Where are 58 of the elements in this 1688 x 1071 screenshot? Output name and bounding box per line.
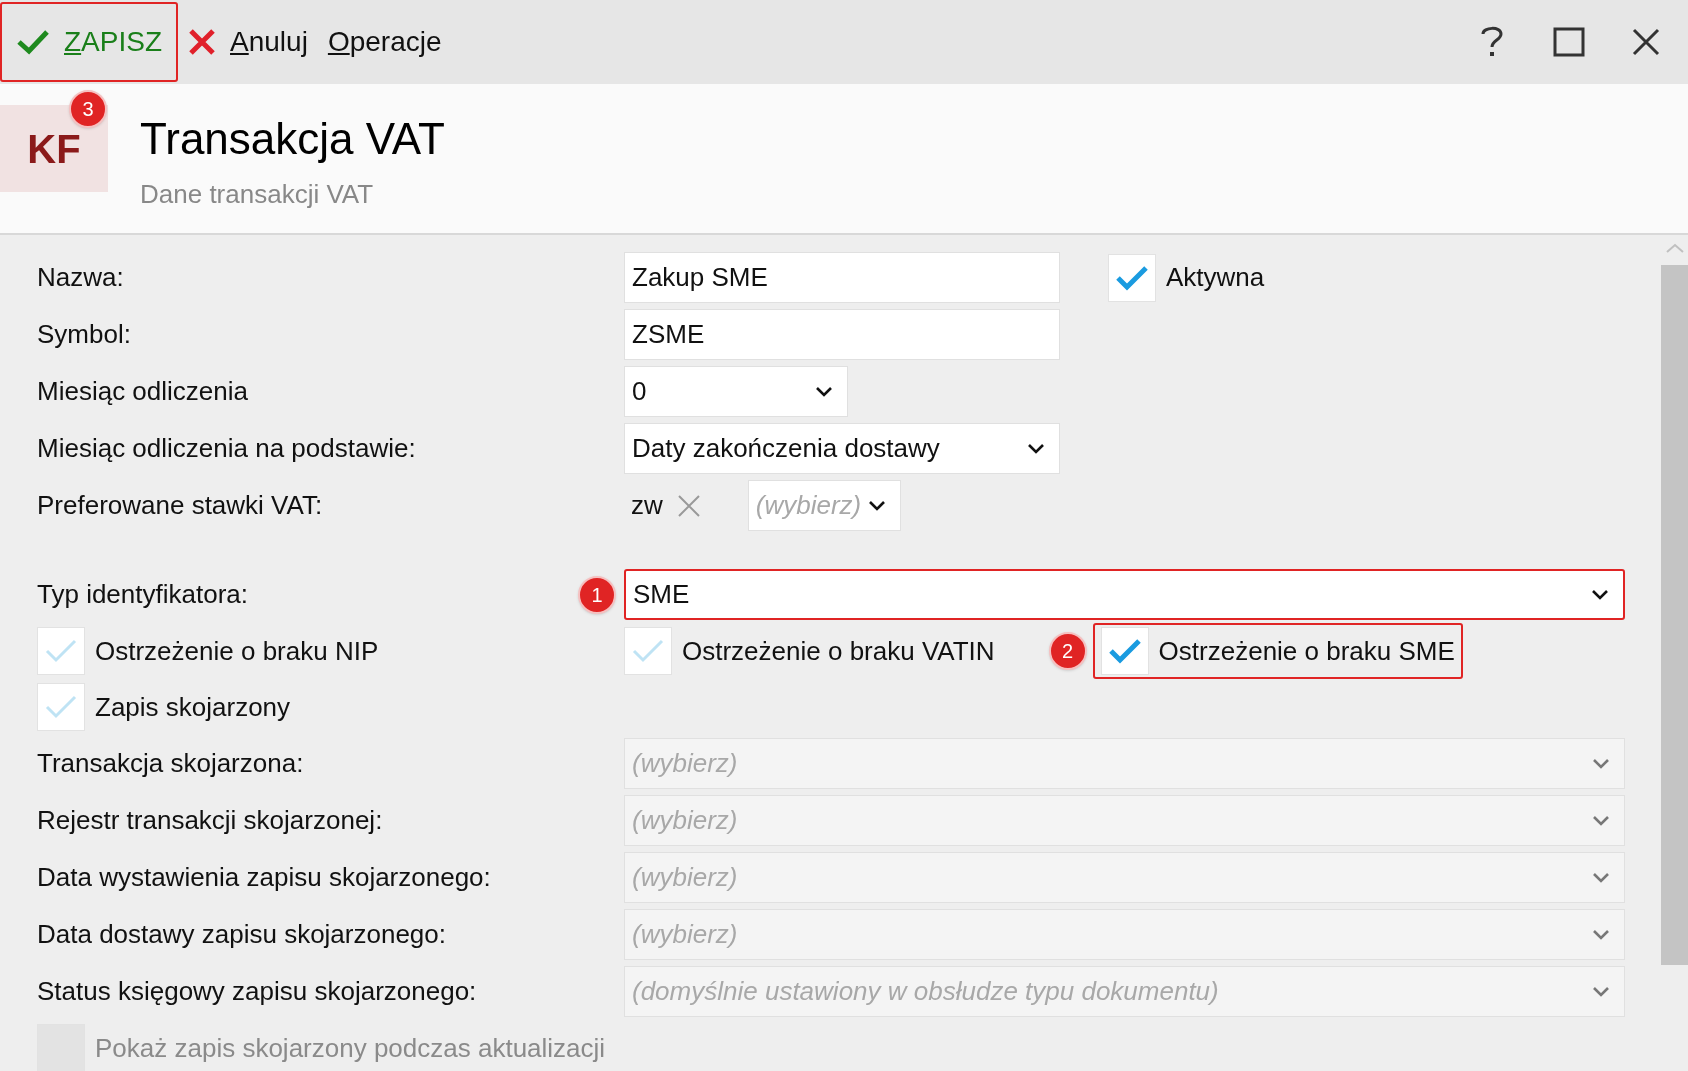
checkbox-label: Zapis skojarzony [95, 690, 291, 724]
checkbox-label: Ostrzeżenie o braku SME [1158, 634, 1455, 668]
field-label: Miesiąc odliczenia na podstawie: [37, 432, 417, 465]
remove-icon[interactable] [676, 493, 701, 518]
checkbox[interactable] [1108, 253, 1156, 302]
field-label: Preferowane stawki VAT: [37, 489, 324, 522]
check-icon [631, 637, 665, 665]
close-icon [1632, 28, 1660, 56]
page-title: Transakcja VAT [140, 113, 445, 165]
check-icon [44, 637, 78, 665]
field-label: Nazwa: [37, 261, 125, 294]
checkbox-label: Aktywna [1166, 261, 1265, 294]
help-icon [1480, 25, 1504, 59]
chevron-down-icon [1592, 929, 1610, 940]
check-icon [1115, 263, 1149, 292]
field-label: Data dostawy zapisu skojarzonego: [37, 918, 447, 951]
scrollbar-thumb[interactable] [1661, 265, 1688, 965]
dropdown[interactable]: 0 [624, 366, 848, 417]
scroll-up-icon[interactable] [1665, 243, 1684, 253]
checkbox[interactable] [37, 627, 85, 675]
field-label: Transakcja skojarzona: [37, 747, 305, 780]
save-button[interactable]: ZAPISZ [0, 2, 179, 82]
checkbox-label: Ostrzeżenie o braku NIP [95, 634, 379, 668]
checkbox-label: Ostrzeżenie o braku VATIN [682, 634, 995, 668]
field-label: Miesiąc odliczenia [37, 375, 249, 408]
chevron-down-icon [1027, 443, 1045, 454]
number-badge: 3 [69, 90, 107, 128]
checkbox-label: Pokaż zapis skojarzony podczas aktualizacji [95, 1031, 606, 1065]
maximize-icon [1553, 27, 1585, 57]
checkbox[interactable] [1100, 627, 1149, 675]
menu-button[interactable]: Operacje [317, 2, 452, 82]
chevron-down-icon [867, 500, 886, 511]
field-label: Status księgowy zapisu skojarzonego: [37, 975, 478, 1008]
field-label: Typ identyfikatora: [37, 578, 249, 611]
chevron-down-icon [815, 386, 833, 397]
chevron-down-icon [1592, 758, 1610, 769]
check-icon [44, 693, 78, 721]
chevron-down-icon [1592, 872, 1610, 883]
cancel-button[interactable]: Anuluj [178, 2, 318, 82]
checkbox[interactable] [624, 627, 672, 675]
page-subtitle: Dane transakcji VAT [140, 178, 374, 211]
chevron-down-icon [1592, 986, 1610, 997]
checkbox[interactable] [37, 683, 85, 731]
check-icon [1107, 637, 1142, 665]
field-label: Data wystawienia zapisu skojarzonego: [37, 861, 492, 894]
chevron-down-icon [1591, 589, 1609, 600]
field-label: Symbol: [37, 318, 132, 351]
number-badge: 2 [1048, 632, 1087, 670]
close-icon [188, 28, 217, 56]
dropdown[interactable]: SME [624, 569, 1625, 620]
tag-chip[interactable]: zw [624, 480, 708, 531]
chevron-down-icon [1592, 815, 1610, 826]
field-label: Rejestr transakcji skojarzonej: [37, 804, 384, 837]
text-field[interactable]: Zakup SME [624, 252, 1060, 303]
dropdown[interactable]: Daty zakończenia dostawy [624, 423, 1060, 474]
number-badge: 1 [578, 575, 616, 614]
text-field[interactable]: ZSME [624, 309, 1060, 360]
check-icon [16, 29, 50, 55]
